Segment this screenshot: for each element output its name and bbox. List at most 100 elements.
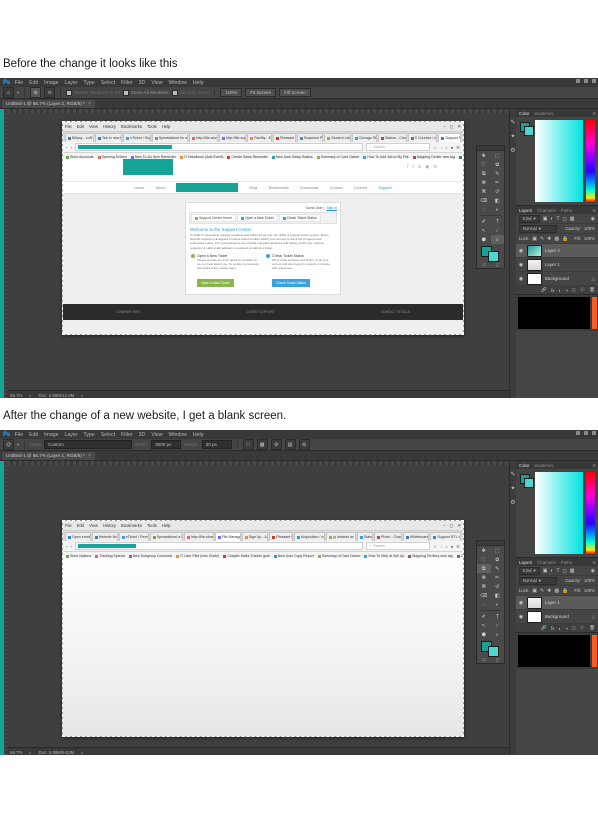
close-icon[interactable]: × <box>88 453 91 459</box>
browser-menu-history[interactable]: History <box>103 124 116 129</box>
layer-thumbnail[interactable] <box>526 596 542 609</box>
quick-select-tool-icon[interactable]: ✿ <box>491 160 505 169</box>
browser-tab[interactable]: Chicago Street <box>351 133 377 142</box>
path-select-tool-icon[interactable]: ↖ <box>477 621 491 630</box>
layers-panel-footer[interactable]: 🔗 fx ◐ ◑ ◻ ➕ 🗑 <box>515 286 598 294</box>
browser-menu-tools[interactable]: Tools <box>147 523 157 528</box>
browser-tab[interactable]: Pleasant Hill <box>273 133 296 142</box>
menu-item-layer[interactable]: Layer <box>64 432 77 438</box>
browser-tab[interactable]: Facility - Email <box>247 133 273 142</box>
crop-tool-icon[interactable]: ⧉ <box>477 564 491 573</box>
blend-mode-row[interactable]: Normal ▾ Opacity: 100% <box>515 576 598 586</box>
lock-icons[interactable]: ▣ ✎ ✚ ▩ 🔒 <box>532 236 568 242</box>
browser-menu-view[interactable]: View <box>89 124 98 129</box>
close-icon[interactable]: ✕ <box>457 124 461 130</box>
link-icon[interactable]: 🔗 <box>541 287 547 293</box>
adjustment-icon[interactable]: ◑ <box>565 288 568 293</box>
social-icons[interactable]: f t in ◉ ✉ <box>407 164 437 170</box>
marquee-tool-icon[interactable]: ⬚ <box>491 546 505 555</box>
adjustments-panel-icon[interactable]: ⚙ <box>510 499 515 506</box>
dodge-tool-icon[interactable]: ◐ <box>491 205 505 214</box>
lock-position-icon[interactable]: ✚ <box>547 236 551 242</box>
fill-screen-button[interactable]: Fill Screen <box>279 88 311 97</box>
nav-item-downloads[interactable]: Downloads <box>300 186 319 190</box>
delete-pixels-icon[interactable]: ▤ <box>284 439 296 450</box>
menu-item-edit[interactable]: Edit <box>29 80 38 86</box>
background-color-swatch[interactable] <box>488 646 499 657</box>
url-input[interactable] <box>75 542 364 550</box>
hue-ramp[interactable] <box>586 472 595 554</box>
shape-tool-icon[interactable]: ⬟ <box>477 630 491 639</box>
menu-item-select[interactable]: Select <box>101 432 115 438</box>
tab-channels[interactable]: Channels <box>537 560 556 565</box>
history-panel-icon[interactable]: ✎ <box>510 471 515 478</box>
tab-swatches[interactable]: Swatches <box>534 463 553 468</box>
browser-window-controls[interactable]: – ◻ ✕ <box>443 124 461 130</box>
tab-channels[interactable]: Channels <box>537 208 556 213</box>
lock-image-icon[interactable]: ✎ <box>540 588 544 594</box>
layer-name[interactable]: Layer 2 <box>545 248 592 253</box>
history-brush-tool-icon[interactable]: ↺ <box>491 582 505 591</box>
layer-name[interactable]: Background <box>545 276 589 281</box>
close-icon[interactable] <box>592 431 596 435</box>
move-tool-icon[interactable]: ✥ <box>477 546 491 555</box>
forward-icon[interactable]: › <box>71 544 73 549</box>
home-icon[interactable]: ⌂ <box>445 544 448 549</box>
adjustment-icon[interactable]: ◑ <box>565 626 568 631</box>
filter-adjustment-icon[interactable]: ◐ <box>550 216 553 222</box>
fx-icon[interactable]: fx <box>551 288 555 293</box>
layer-name[interactable]: Background <box>545 614 589 619</box>
layer-row[interactable]: ◉ Layer 2 <box>515 244 598 258</box>
browser-menu-tools[interactable]: Tools <box>147 124 157 129</box>
browser-menu-history[interactable]: History <box>103 523 116 528</box>
layer-row[interactable]: ◉ Layer 1 <box>515 596 598 610</box>
checkbox-box[interactable] <box>122 89 129 96</box>
path-select-tool-icon[interactable]: ↖ <box>477 226 491 235</box>
zoom-out-icon[interactable]: ⊖ <box>44 87 56 98</box>
tool-grid[interactable]: ✥ ⬚ ➰ ✿ ⧉ ✎ ❁ ✏ ⌘ ↺ ⌫ ◧ ◌ ◐ ✐ T ↖ ∕ ⬟ ⌕ <box>477 546 504 639</box>
filter-smart-icon[interactable]: ▩ <box>570 568 575 574</box>
maximize-icon[interactable] <box>584 431 588 435</box>
linkedin-icon[interactable]: in <box>418 164 422 170</box>
mask-icon[interactable]: ◐ <box>558 288 561 293</box>
color-panel-tabs[interactable]: Color Swatches ☰ <box>515 109 598 117</box>
twitter-icon[interactable]: t <box>413 164 414 170</box>
menu-item-file[interactable]: File <box>15 80 23 86</box>
browser-tab[interactable]: Support RTL <box>438 133 462 142</box>
opacity-value[interactable]: 100% <box>584 578 595 583</box>
home-icon[interactable]: ⌂ <box>445 145 448 150</box>
menu-item-file[interactable]: File <box>15 432 23 438</box>
menu-item-help[interactable]: Help <box>193 432 204 438</box>
overlay-icon[interactable]: ▦ <box>256 439 268 450</box>
minimize-icon[interactable] <box>576 431 580 435</box>
mode-buttons[interactable]: ☐ ◻ <box>477 656 504 663</box>
close-icon[interactable] <box>592 79 596 83</box>
tab-check-ticket-status[interactable]: Check Ticket Status <box>278 214 321 222</box>
brush-panel-icon[interactable]: ✦ <box>510 133 515 140</box>
color-panel-tabs[interactable]: Color Swatches ☰ <box>515 461 598 469</box>
eyedropper-tool-icon[interactable]: ✎ <box>491 564 505 573</box>
quick-mask-icon[interactable]: ☐ <box>477 656 491 663</box>
gear-icon[interactable]: ⚙ <box>298 439 310 450</box>
browser-tab-strip[interactable]: Billpay - coNT=NT Tab to new ticket eTicke… <box>63 132 463 142</box>
tools-palette[interactable]: ✥ ⬚ ➰ ✿ ⧉ ✎ ❁ ✏ ⌘ ↺ ⌫ ◧ ◌ ◐ ✐ T ↖ ∕ ⬟ ⌕ ☐ ◻ <box>476 540 505 664</box>
brush-tool-icon[interactable]: ✏ <box>491 178 505 187</box>
downloads-icon[interactable]: ↓ <box>440 544 442 549</box>
group-icon[interactable]: ◻ <box>572 625 576 631</box>
browser-menu-bookmarks[interactable]: Bookmarks <box>121 523 142 528</box>
status-menu-icon[interactable]: ▸ <box>81 393 83 398</box>
zoom-all-windows-checkbox[interactable]: Zoom All Windows <box>122 89 169 96</box>
menu-item-window[interactable]: Window <box>168 432 186 438</box>
layer-name[interactable]: Layer 1 <box>545 262 592 267</box>
screen-mode-icon[interactable]: ◻ <box>491 656 505 663</box>
lock-all-icon[interactable]: 🔒 <box>562 236 568 242</box>
filter-type-icons[interactable]: ▣ ◐ T ◻ ▩ <box>543 216 575 222</box>
browser-tab[interactable]: jq Intranet ac Time <box>326 532 356 541</box>
filter-type-icon[interactable]: T <box>556 216 559 222</box>
blend-mode-select[interactable]: Normal ▾ <box>518 224 557 233</box>
tab-paths[interactable]: Paths <box>561 208 572 213</box>
forward-icon[interactable]: › <box>71 145 73 150</box>
tab-swatches[interactable]: Swatches <box>534 111 553 116</box>
open-new-ticket-button[interactable]: Open a New Ticket <box>197 278 234 287</box>
crop-settings-icon[interactable]: ⚙ <box>270 439 282 450</box>
